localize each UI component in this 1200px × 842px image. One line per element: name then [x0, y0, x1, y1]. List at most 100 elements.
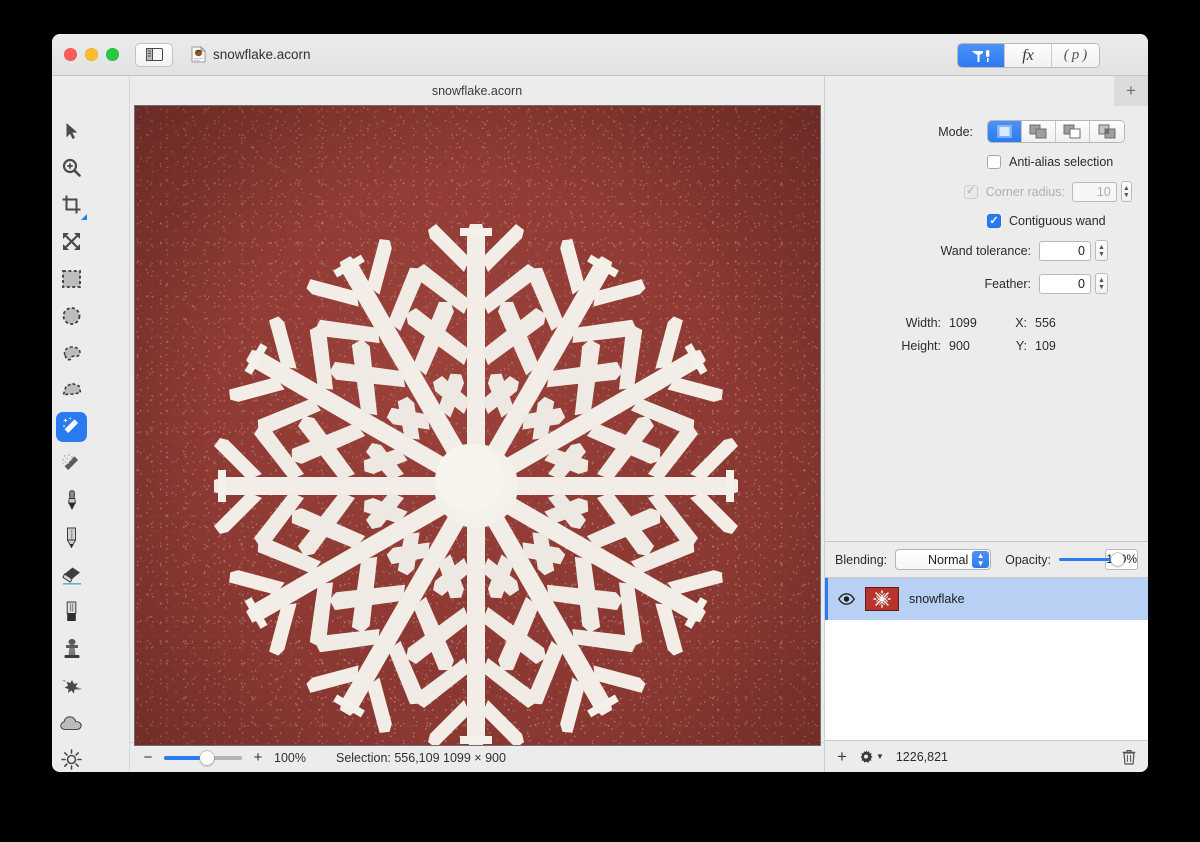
opacity-slider[interactable]	[1058, 553, 1124, 566]
corner-radius-row: Corner radius: 10 ▲▼	[825, 181, 1132, 202]
zoom-out-button[interactable]: −	[142, 749, 154, 766]
tool-palette	[52, 76, 130, 772]
tab-palettes[interactable]: ( p )	[1052, 44, 1099, 67]
contiguous-wand-row: Contiguous wand	[825, 214, 1132, 228]
x-label: X:	[1015, 316, 1027, 330]
width-value: 1099	[949, 316, 977, 330]
feather-row: Feather: 0 ▲ ▼	[825, 273, 1132, 294]
marker-tool[interactable]	[52, 593, 91, 630]
zoom-slider[interactable]	[164, 750, 242, 765]
wand-tolerance-stepper[interactable]: ▲ ▼	[1095, 240, 1108, 261]
eraser-icon	[56, 560, 87, 590]
cursor-arrow-icon	[56, 116, 87, 146]
window-body: snowflake.acorn − + 100% Selection: 556,…	[52, 76, 1148, 772]
zoom-in-button[interactable]: +	[252, 749, 264, 766]
feather-stepper[interactable]: ▲ ▼	[1095, 273, 1108, 294]
mode-row: Mode:	[825, 120, 1132, 143]
inspector-header: +	[825, 76, 1148, 106]
corner-radius-stepper[interactable]: ▲ ▼	[1120, 181, 1132, 202]
blending-mode-value: Normal	[927, 552, 969, 567]
lasso-icon	[56, 338, 87, 368]
eraser-tool[interactable]	[52, 556, 91, 593]
paint-brush-icon	[56, 486, 87, 516]
document-chip[interactable]: snowflake.acorn	[191, 46, 311, 63]
corner-radius-field[interactable]: 10	[1071, 181, 1117, 202]
magic-wand-tool[interactable]	[52, 408, 91, 445]
crop-tool[interactable]	[52, 186, 91, 223]
canvas-document-title: snowflake.acorn	[431, 84, 523, 98]
mode-intersect-selection[interactable]	[1090, 121, 1124, 142]
clone-stamp-tool[interactable]	[52, 630, 91, 667]
close-button[interactable]	[64, 48, 77, 61]
selection-intersect-icon	[1098, 124, 1115, 139]
wand-tolerance-field[interactable]: 0	[1039, 240, 1091, 261]
sidebar-toggle-button[interactable]	[135, 42, 173, 67]
height-label: Height:	[901, 339, 941, 353]
layers-footer: + ▼ 1226,821	[825, 740, 1148, 772]
sun-dodge-icon	[56, 745, 87, 773]
layer-list[interactable]: snowflake	[825, 578, 1148, 740]
selection-info-label: Selection: 556,109 1099 × 900	[335, 750, 506, 765]
canvas-statusbar: − + 100% Selection: 556,109 1099 × 900	[130, 742, 824, 772]
lasso-tool[interactable]	[52, 334, 91, 371]
contiguous-wand-checkbox[interactable]	[987, 214, 1001, 228]
antialias-checkbox[interactable]	[987, 155, 1001, 169]
inspector-panel: + Mode: Anti-alias selection ✓ Corner ra…	[824, 76, 1148, 772]
brush-tool[interactable]	[52, 482, 91, 519]
zoom-slider-knob[interactable]	[200, 750, 214, 765]
canvas-stage[interactable]	[130, 106, 824, 745]
blending-mode-select[interactable]: Normal ▲ ▼	[895, 549, 992, 570]
tab-tools[interactable]	[958, 44, 1005, 67]
feather-field[interactable]: 0	[1039, 273, 1091, 294]
height-value: 900	[949, 339, 970, 353]
marquee-ellipse-icon	[56, 301, 87, 331]
snowflake-thumb-icon	[873, 590, 891, 608]
tab-filters[interactable]: fx	[1005, 44, 1052, 67]
window-titlebar: snowflake.acorn fx ( p )	[52, 34, 1148, 76]
rectangular-marquee-tool[interactable]	[52, 260, 91, 297]
add-layer-button[interactable]: +	[837, 747, 847, 767]
smudge-tool[interactable]	[52, 667, 91, 704]
add-inspector-tab-button[interactable]: +	[1114, 76, 1148, 106]
selection-new-icon	[997, 125, 1012, 138]
selection-dimensions: Width: 1099 X: 556 Height: 900 Y: 109	[825, 316, 1132, 353]
canvas-image[interactable]	[134, 106, 820, 745]
selection-mode-segmented-control[interactable]	[987, 120, 1125, 143]
marker-icon	[56, 597, 87, 627]
layer-settings-button[interactable]: ▼	[859, 749, 884, 764]
transform-tool[interactable]	[52, 223, 91, 260]
layer-row-snowflake[interactable]: snowflake	[825, 578, 1148, 620]
move-arrows-icon	[56, 227, 87, 257]
plus-icon: +	[1126, 81, 1136, 100]
sidebar-toggle-icon	[145, 48, 163, 61]
palette-p-icon: ( p )	[1063, 47, 1088, 63]
magic-wand-icon	[56, 411, 87, 442]
pencil-tool[interactable]	[52, 519, 91, 556]
opacity-slider-knob[interactable]	[1110, 553, 1124, 566]
trash-icon[interactable]	[1122, 749, 1136, 765]
minimize-button[interactable]	[85, 48, 98, 61]
fx-icon: fx	[1022, 46, 1034, 64]
inspector-mode-segmented-control[interactable]: fx ( p )	[957, 43, 1100, 68]
corner-radius-checkbox[interactable]	[963, 184, 978, 199]
smudge-splat-icon	[56, 671, 87, 701]
eye-icon[interactable]	[838, 593, 855, 605]
elliptical-marquee-tool[interactable]	[52, 297, 91, 334]
mode-new-selection[interactable]	[988, 121, 1022, 142]
mode-label: Mode:	[938, 124, 973, 139]
opacity-slider-fill	[1058, 558, 1115, 561]
dodge-tool[interactable]	[52, 741, 91, 772]
acorn-window: snowflake.acorn fx ( p ) snowflake.acorn…	[52, 34, 1148, 772]
instant-alpha-tool[interactable]	[52, 445, 91, 482]
zoom-tool[interactable]	[52, 149, 91, 186]
polygon-lasso-tool[interactable]	[52, 371, 91, 408]
blur-tool[interactable]	[52, 704, 91, 741]
move-tool[interactable]	[52, 112, 91, 149]
snowflake-graphic	[213, 224, 738, 745]
zoom-level-label: 100%	[274, 750, 306, 765]
mode-subtract-selection[interactable]	[1056, 121, 1090, 142]
document-title: snowflake.acorn	[213, 47, 311, 62]
mode-add-selection[interactable]	[1022, 121, 1056, 142]
zoom-button[interactable]	[106, 48, 119, 61]
corner-radius-label: Corner radius:	[985, 184, 1065, 199]
